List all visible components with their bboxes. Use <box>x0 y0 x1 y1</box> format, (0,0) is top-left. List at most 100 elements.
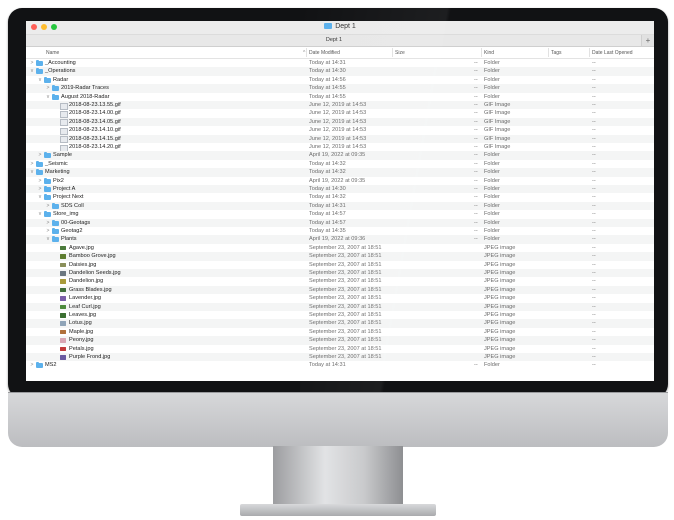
date-modified: June 12, 2019 at 14:53 <box>309 110 367 117</box>
folder-icon <box>44 211 51 218</box>
disclosure-closed-icon[interactable]: > <box>46 202 50 210</box>
disclosure-closed-icon[interactable]: > <box>38 177 42 185</box>
date-modified: September 23, 2007 at 18:51 <box>309 278 382 285</box>
disclosure-open-icon[interactable]: v <box>30 168 34 176</box>
folder-icon <box>44 76 51 83</box>
disclosure-closed-icon[interactable]: > <box>46 84 50 92</box>
date-last-opened: -- <box>592 160 596 167</box>
file-row[interactable]: 2018-08-23.14.05.gif June 12, 2019 at 14:… <box>26 117 654 127</box>
file-row[interactable]: >00-Geotags Today at 14:57 -- Folder -- <box>26 218 654 227</box>
folder-icon <box>44 177 51 184</box>
date-modified: September 23, 2007 at 18:51 <box>309 303 382 310</box>
file-row[interactable]: Maple.jpg September 23, 2007 at 18:51 JPEG… <box>26 328 654 336</box>
file-row[interactable]: v _Operations Today at 14:30 -- Folder -- <box>26 67 654 76</box>
column-date-last-opened-header[interactable]: Date Last Opened <box>592 50 633 56</box>
file-row[interactable]: > SDS Coll Today at 14:31 -- Folder -- <box>26 201 654 211</box>
file-kind: JPEG image <box>484 244 516 251</box>
disclosure-open-icon[interactable]: v <box>38 210 42 218</box>
file-row[interactable]: Lotus.jpg September 23, 2007 at 18:51 JPEG… <box>26 319 654 328</box>
file-row[interactable]: > Geotag2 Today at 14:35 -- Folder -- <box>26 227 654 235</box>
file-row[interactable]: Grass Blades.jpg September 23, 2007 at 18… <box>26 285 654 295</box>
date-last-opened: -- <box>592 345 596 352</box>
file-name: _Operations <box>45 68 76 75</box>
disclosure-open-icon[interactable]: v <box>30 67 34 75</box>
disclosure-closed-icon[interactable]: > <box>38 151 42 159</box>
file-row[interactable]: v Store_img Today at 14:57 -- Folder -- <box>26 210 654 218</box>
file-kind: Folder <box>484 211 500 218</box>
file-row[interactable]: > Project A Today at 14:30 -- Folder -- <box>26 185 654 194</box>
file-row[interactable]: > _Accounting Today at 14:31 -- Folder -- <box>26 59 654 67</box>
file-kind: Folder <box>484 68 500 75</box>
column-kind-header[interactable]: Kind <box>484 50 494 56</box>
date-last-opened: -- <box>592 85 596 92</box>
file-size: -- <box>474 144 478 150</box>
file-kind: Folder <box>484 194 500 201</box>
column-size-header[interactable]: Size <box>395 50 405 56</box>
file-kind: JPEG image <box>484 253 516 260</box>
jpeg-thumbnail-icon <box>60 338 66 343</box>
file-row[interactable]: v Plants April 19, 2022 at 09:36 -- Folder -- <box>26 235 654 244</box>
file-row[interactable]: > Pix2 April 19, 2022 at 09:35 -- Folder -- <box>26 177 654 185</box>
disclosure-closed-icon[interactable]: > <box>30 361 34 369</box>
date-last-opened: -- <box>592 177 596 184</box>
column-divider[interactable] <box>589 48 590 57</box>
file-row[interactable]: 2018-08-23.14.10.gif June 12, 2019 at 14:… <box>26 126 654 135</box>
date-modified: September 23, 2007 at 18:51 <box>309 244 382 251</box>
disclosure-open-icon[interactable]: v <box>38 193 42 201</box>
disclosure-open-icon[interactable]: v <box>46 235 50 243</box>
disclosure-open-icon[interactable]: v <box>38 76 42 84</box>
file-row[interactable]: 2018-08-23.14.00.gif June 12, 2019 at 14:… <box>26 109 654 118</box>
disclosure-closed-icon[interactable]: > <box>38 185 42 193</box>
file-row[interactable]: Leaves.jpg September 23, 2007 at 18:51 JPE… <box>26 311 654 319</box>
file-row[interactable]: Petals.jpg September 23, 2007 at 18:51 JPE… <box>26 345 654 353</box>
monitor-chin <box>8 392 668 447</box>
column-divider[interactable] <box>306 48 307 57</box>
file-kind: Folder <box>484 228 500 234</box>
file-row[interactable]: v August 2018-Radar Today at 14:55 -- Folder… <box>26 93 654 101</box>
date-modified: April 19, 2022 at 09:36 <box>309 236 366 243</box>
file-row[interactable]: v Marketing Today at 14:32 -- Folder -- <box>26 168 654 177</box>
column-header: Name ^ Date Modified Size Kind Tags Date… <box>26 47 654 59</box>
column-date-modified-header[interactable]: Date Modified <box>309 50 340 56</box>
column-divider[interactable] <box>481 48 482 57</box>
column-name-header[interactable]: Name <box>46 50 59 56</box>
column-tags-header[interactable]: Tags <box>551 50 562 56</box>
disclosure-closed-icon[interactable]: > <box>30 160 34 168</box>
file-row[interactable]: Lavender.jpg September 23, 2007 at 18:51 J… <box>26 294 654 302</box>
file-row[interactable]: Leaf Curl.jpg September 23, 2007 at 18:51… <box>26 302 654 311</box>
file-row[interactable]: > _Seismic Today at 14:32 -- Folder -- <box>26 160 654 168</box>
file-row[interactable]: Peony.jpg September 23, 2007 at 18:51 JPEG… <box>26 336 654 345</box>
disclosure-closed-icon[interactable]: > <box>46 219 50 227</box>
file-row[interactable]: Bamboo Grove.jpg September 23, 2007 at 18… <box>26 252 654 261</box>
file-row[interactable]: Daisies.jpg September 23, 2007 at 18:51 JP… <box>26 261 654 269</box>
file-name: Marketing <box>45 169 70 176</box>
file-row[interactable]: Agave.jpg September 23, 2007 at 18:51 JPEG… <box>26 244 654 252</box>
new-tab-button[interactable]: + <box>641 35 654 46</box>
disclosure-closed-icon[interactable]: > <box>30 59 34 67</box>
file-row[interactable]: Dandelion Seeds.jpg September 23, 2007 at… <box>26 269 654 278</box>
date-last-opened: -- <box>592 144 596 150</box>
file-name: Daisies.jpg <box>69 261 97 268</box>
file-row[interactable]: > Sample April 19, 2022 at 09:35 -- Folder -- <box>26 151 654 160</box>
date-modified: Today at 14:30 <box>309 186 346 192</box>
folder-icon <box>52 228 59 234</box>
tab-dept-1[interactable]: Dept 1 <box>26 35 642 46</box>
file-row[interactable]: 2018-08-23.13.55.gif June 12, 2019 at 14:… <box>26 101 654 110</box>
file-row[interactable]: Purple Frond.jpg September 23, 2007 at 18… <box>26 353 654 362</box>
date-modified: September 23, 2007 at 18:51 <box>309 312 382 318</box>
file-row[interactable]: > MS2 Today at 14:31 -- Folder -- <box>26 361 654 369</box>
file-kind: JPEG image <box>484 295 516 302</box>
file-row[interactable]: >2019-Radar Traces Today at 14:55 -- Folder… <box>26 84 654 93</box>
date-modified: June 12, 2019 at 14:53 <box>309 127 367 134</box>
disclosure-closed-icon[interactable]: > <box>46 227 50 235</box>
disclosure-open-icon[interactable]: v <box>46 93 50 101</box>
column-divider[interactable] <box>392 48 393 57</box>
column-divider[interactable] <box>548 48 549 57</box>
file-row[interactable]: v Radar Today at 14:56 -- Folder -- <box>26 76 654 84</box>
date-last-opened: -- <box>592 337 596 344</box>
file-row[interactable]: Dandelion.jpg September 23, 2007 at 18:51… <box>26 277 654 285</box>
jpeg-thumbnail-icon <box>60 329 66 335</box>
file-row[interactable]: v Project Next Today at 14:32 -- Folder -- <box>26 193 654 201</box>
file-row[interactable]: 2018-08-23.14.20.gif June 12, 2019 at 14:… <box>26 143 654 152</box>
file-row[interactable]: 2018-08-23.14.15.gif June 12, 2019 at 14:… <box>26 134 654 144</box>
